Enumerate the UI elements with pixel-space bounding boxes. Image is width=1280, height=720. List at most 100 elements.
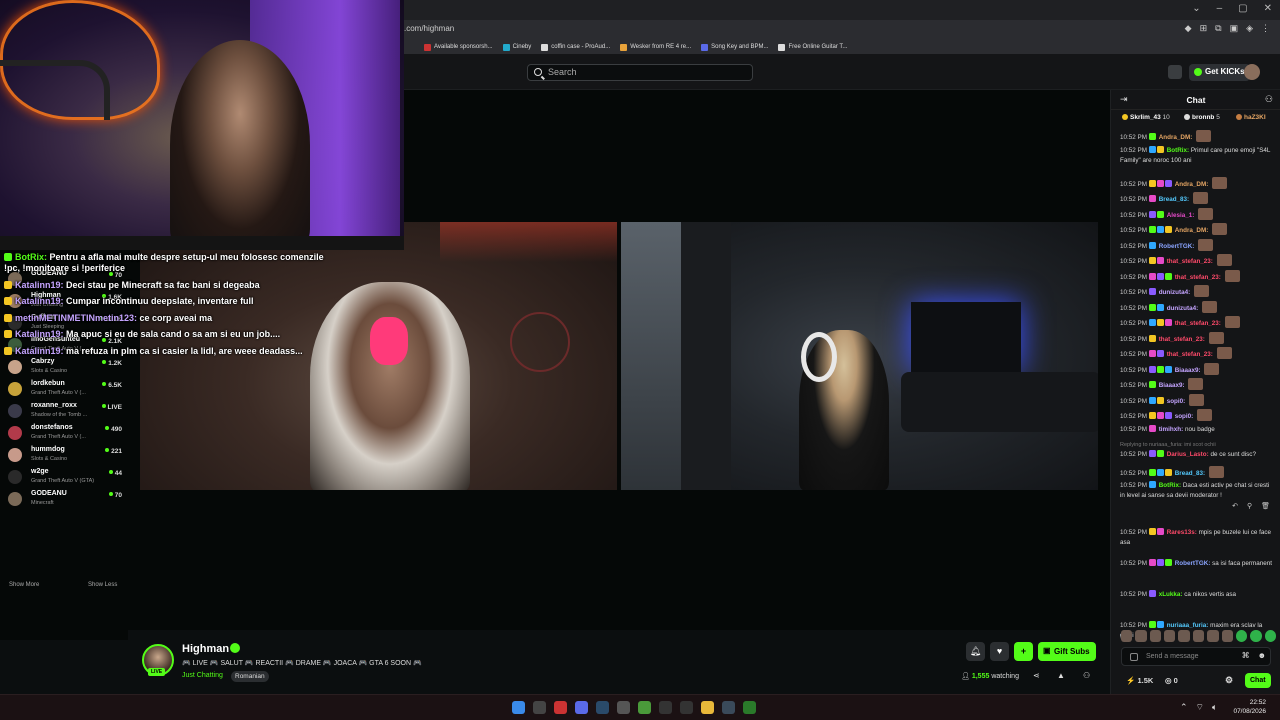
warning-icon[interactable]: ▲: [1057, 671, 1065, 680]
app-icon[interactable]: [680, 701, 693, 714]
show-less-button[interactable]: Show Less: [88, 582, 117, 588]
extension-icon[interactable]: ⊞: [1200, 23, 1208, 34]
shield-icon[interactable]: ◈: [1246, 23, 1253, 34]
chat-message[interactable]: 10:52 PM RobertTGK:: [1120, 238, 1272, 252]
browse-icon[interactable]: [1168, 65, 1182, 79]
sidebar-channel[interactable]: lordkebun Grand Theft Auto V (... 6.5K: [4, 380, 124, 402]
chat-username[interactable]: that_stefan_23:: [1175, 320, 1221, 327]
show-more-button[interactable]: Show More: [9, 582, 39, 588]
wifi-icon[interactable]: ⌔: [1196, 702, 1204, 713]
emote[interactable]: [1149, 630, 1162, 642]
chat-username[interactable]: Bread_83:: [1175, 470, 1205, 477]
chat-message[interactable]: 10:52 PM Bread_83:: [1120, 465, 1272, 479]
menu-icon[interactable]: ⋮: [1261, 23, 1270, 34]
steam-icon[interactable]: [596, 701, 609, 714]
app-icon[interactable]: [659, 701, 672, 714]
chat-username[interactable]: that_stefan_23:: [1175, 274, 1221, 281]
chat-message[interactable]: 10:52 PM dunizuta4:: [1120, 300, 1272, 314]
chat-username[interactable]: timihxh:: [1159, 426, 1184, 433]
language-tag[interactable]: Romanian: [231, 671, 269, 682]
emote[interactable]: [1135, 630, 1147, 642]
chat-message[interactable]: 10:52 PM RobertTGK: sa isi faca permanen…: [1120, 558, 1272, 569]
heart-icon[interactable]: ♥: [990, 642, 1009, 661]
minecraft-icon[interactable]: [638, 701, 651, 714]
app-icon[interactable]: [722, 701, 735, 714]
sidebar-channel[interactable]: donstefanos Grand Theft Auto V (... 490: [4, 424, 124, 446]
chat-message[interactable]: 10:52 PM that_stefan_23:: [1120, 269, 1272, 283]
chat-message[interactable]: 10:52 PM Bread_83:: [1120, 192, 1272, 205]
folder-icon[interactable]: [701, 701, 714, 714]
users-icon[interactable]: ⚇: [1083, 671, 1090, 680]
command-icon[interactable]: ⌘: [1242, 651, 1250, 660]
chat-username[interactable]: Andra_DM:: [1175, 227, 1209, 234]
bookmark[interactable]: Wesker from RE 4 re...: [620, 43, 691, 51]
chat-users-icon[interactable]: ⚇: [1265, 94, 1273, 105]
send-chat-button[interactable]: Chat: [1245, 673, 1271, 688]
trash-icon[interactable]: 🗑︎: [1261, 502, 1270, 510]
chat-username[interactable]: that_stefan_23:: [1167, 258, 1213, 265]
sidebar-channel[interactable]: w2ge Grand Theft Auto V (GTA) 44: [4, 468, 124, 490]
chat-username[interactable]: Darius_Lasto:: [1167, 451, 1209, 458]
chat-username[interactable]: RobertTGK:: [1175, 560, 1211, 567]
chat-message[interactable]: 10:52 PM Biaaax9:: [1120, 362, 1272, 376]
chat-username[interactable]: that_stefan_23:: [1167, 351, 1213, 358]
taskbar-clock[interactable]: 22:52 07/08/2026: [1233, 698, 1266, 716]
top-gifter[interactable]: bronnb 5: [1184, 114, 1220, 121]
search-input[interactable]: Search: [527, 64, 753, 81]
sidebar-channel[interactable]: hummdog Slots & Casino 221: [4, 446, 124, 468]
chat-username[interactable]: sopi0:: [1175, 413, 1194, 420]
chat-message[interactable]: 10:52 PM that_stefan_23:: [1120, 331, 1272, 345]
chevron-down-icon[interactable]: ⌄: [1192, 3, 1200, 14]
chat-username[interactable]: Andra_DM:: [1159, 134, 1193, 141]
chat-username[interactable]: Biaaax9:: [1175, 367, 1201, 374]
chat-message[interactable]: 10:52 PM Biaaax9:: [1120, 378, 1272, 391]
bookmark[interactable]: Cineby: [502, 43, 531, 51]
chat-username[interactable]: Rares13s:: [1167, 529, 1197, 536]
emote[interactable]: [1250, 630, 1262, 642]
chat-username[interactable]: nuriaaa_furia:: [1167, 622, 1209, 629]
start-icon[interactable]: [512, 701, 525, 714]
app-icon[interactable]: [617, 701, 630, 714]
xbox-icon[interactable]: [743, 701, 756, 714]
chat-message[interactable]: 10:52 PM dunizuta4:: [1120, 285, 1272, 298]
bookmark[interactable]: coffin case - ProAud...: [541, 43, 610, 51]
get-kicks-button[interactable]: Get KICKs: [1189, 64, 1250, 81]
channel-name[interactable]: Highman: [182, 643, 229, 655]
bookmark[interactable]: Available sponsorsh...: [424, 43, 493, 51]
minimize-icon[interactable]: –: [1217, 3, 1223, 14]
top-gifter[interactable]: haZ3KI: [1236, 114, 1266, 121]
chat-message[interactable]: 10:52 PM xLukka: ca nikos vertis asa: [1120, 589, 1272, 600]
chat-message[interactable]: 10:52 PM that_stefan_23:: [1120, 316, 1272, 329]
stream-category[interactable]: Just Chatting: [182, 672, 223, 679]
maximize-icon[interactable]: ▢: [1238, 3, 1247, 14]
chat-username[interactable]: RobertTGK:: [1159, 243, 1195, 250]
chat-message[interactable]: 10:52 PM Alesia_1:: [1120, 207, 1272, 221]
brave-icon[interactable]: [554, 701, 567, 714]
channel-points[interactable]: ◎ 0: [1165, 676, 1178, 685]
chat-username[interactable]: sopi0:: [1167, 398, 1186, 405]
plus-icon[interactable]: +: [1014, 642, 1033, 661]
volume-icon[interactable]: 🔈︎: [1212, 702, 1217, 713]
bookmark[interactable]: Song Key and BPM...: [701, 43, 768, 51]
chat-message[interactable]: 10:52 PM sopi0:: [1120, 393, 1272, 407]
chat-username[interactable]: dunizuta4:: [1159, 289, 1190, 296]
chat-username[interactable]: Andra_DM:: [1175, 181, 1209, 188]
emote[interactable]: [1221, 630, 1233, 642]
pin-icon[interactable]: ⚲: [1247, 502, 1252, 510]
discord-icon[interactable]: [575, 701, 588, 714]
extension-icon[interactable]: ◆: [1185, 23, 1192, 34]
chat-message[interactable]: 10:52 PM that_stefan_23:: [1120, 347, 1272, 360]
chat-username[interactable]: xLukka:: [1159, 591, 1183, 598]
chat-message[interactable]: 10:52 PM Andra_DM:: [1120, 223, 1272, 236]
gift-subs-button[interactable]: Gift Subs: [1038, 642, 1096, 661]
emote[interactable]: [1192, 630, 1205, 642]
chat-username[interactable]: BotRix:: [1159, 482, 1181, 489]
emote[interactable]: [1207, 630, 1219, 642]
chat-message[interactable]: 10:52 PM Andra_DM:: [1120, 176, 1272, 190]
sidebar-channel[interactable]: GODEANU Minecraft 70: [4, 490, 124, 512]
browser-addressbar[interactable]: .com/highman ◆ ⊞ ⧉ ▣ ◈ ⋮: [404, 20, 1280, 40]
url-text[interactable]: .com/highman: [404, 24, 454, 33]
chat-message[interactable]: 10:52 PM Andra_DM:: [1120, 130, 1272, 143]
chat-message[interactable]: 10:52 PM timihxh: nou badge: [1120, 424, 1272, 435]
emote[interactable]: [1164, 630, 1176, 642]
